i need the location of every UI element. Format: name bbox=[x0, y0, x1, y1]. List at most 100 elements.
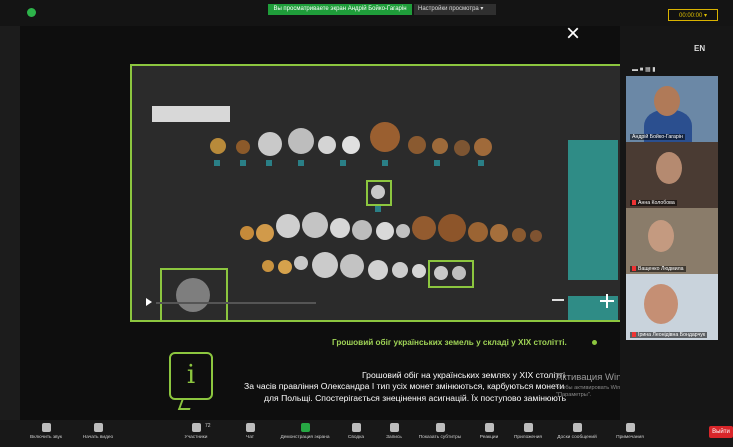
coin bbox=[288, 128, 314, 154]
coin bbox=[276, 214, 300, 238]
zoom-out-icon[interactable] bbox=[552, 299, 564, 301]
participant-face bbox=[654, 86, 680, 116]
security-shield-icon[interactable] bbox=[27, 8, 36, 17]
leave-button[interactable]: Выйти bbox=[709, 426, 733, 438]
coin bbox=[352, 220, 372, 240]
coin bbox=[340, 254, 364, 278]
participant-face bbox=[644, 284, 678, 324]
coin bbox=[396, 224, 410, 238]
summary-button[interactable]: Сводка bbox=[342, 421, 370, 440]
mic-muted-icon bbox=[632, 200, 636, 206]
coin bbox=[530, 230, 542, 242]
participant-tile[interactable]: Анна Колобова bbox=[626, 142, 718, 208]
participant-face bbox=[648, 220, 674, 252]
display-case-label bbox=[152, 106, 230, 122]
subtitle-line-2: За часів правління Олександра I тип усіх… bbox=[244, 381, 565, 391]
show-captions-button[interactable]: Показать субтитры bbox=[412, 421, 468, 440]
coin-label-tag bbox=[375, 206, 381, 212]
apps-button[interactable]: Приложения bbox=[510, 421, 546, 440]
coin bbox=[236, 140, 250, 154]
video-off-icon bbox=[93, 423, 103, 432]
chat-button[interactable]: Чат bbox=[236, 421, 264, 440]
microphone-off-icon bbox=[41, 423, 51, 432]
share-screen-button[interactable]: Демонстрация экрана bbox=[272, 421, 338, 440]
zoom-in-icon-stem[interactable] bbox=[606, 294, 608, 308]
coin bbox=[312, 252, 338, 278]
coin bbox=[392, 262, 408, 278]
close-icon[interactable]: × bbox=[566, 22, 580, 46]
reactions-button[interactable]: Реакции bbox=[474, 421, 504, 440]
coin bbox=[278, 260, 292, 274]
whiteboards-button[interactable]: Доски сообщений bbox=[552, 421, 602, 440]
whiteboard-icon bbox=[572, 423, 582, 432]
coin-label-tag bbox=[340, 160, 346, 166]
mic-muted-icon bbox=[632, 332, 636, 338]
coin-label-tag bbox=[434, 160, 440, 166]
medal-star bbox=[176, 278, 210, 312]
unmute-button[interactable]: Включить звук bbox=[24, 421, 68, 440]
notes-icon bbox=[625, 423, 635, 432]
subtitle-line-1: Грошовий обіг на українських землях у XI… bbox=[362, 370, 566, 380]
coin bbox=[302, 212, 328, 238]
coin bbox=[474, 138, 492, 156]
chat-icon bbox=[245, 423, 255, 432]
coin bbox=[412, 264, 426, 278]
coin bbox=[318, 136, 336, 154]
coin bbox=[512, 228, 526, 242]
coin bbox=[468, 222, 488, 242]
coin bbox=[240, 226, 254, 240]
meeting-timer[interactable]: 00:00:00 ▾ bbox=[668, 9, 718, 21]
coin bbox=[490, 224, 508, 242]
coin bbox=[371, 185, 385, 199]
coin bbox=[210, 138, 226, 154]
coin bbox=[454, 140, 470, 156]
info-icon: i bbox=[169, 352, 213, 400]
screen-share-banner: Вы просматриваете экран Андрій Бойко-Гаг… bbox=[268, 4, 412, 15]
coin bbox=[438, 214, 466, 242]
start-video-button[interactable]: Начать видео bbox=[76, 421, 120, 440]
participant-face bbox=[656, 152, 682, 184]
coin-label-tag bbox=[382, 160, 388, 166]
video-progress-track[interactable] bbox=[156, 302, 316, 304]
participant-tile[interactable]: Андрій Бойко-Гагарін bbox=[626, 76, 718, 142]
mic-muted-icon bbox=[632, 266, 636, 272]
participant-tile[interactable]: Ващенко Людмила bbox=[626, 208, 718, 274]
coin-label-tag bbox=[266, 160, 272, 166]
coin bbox=[294, 256, 308, 270]
coin-label-tag bbox=[214, 160, 220, 166]
coin bbox=[408, 136, 426, 154]
participants-icon bbox=[191, 423, 201, 432]
view-options-button[interactable]: Настройки просмотра ▾ bbox=[414, 4, 496, 15]
coin bbox=[258, 132, 282, 156]
participants-count: 72 bbox=[205, 423, 211, 429]
coin bbox=[256, 224, 274, 242]
video-play-icon[interactable] bbox=[146, 298, 152, 306]
notes-button[interactable]: Примечания bbox=[610, 421, 650, 440]
coin bbox=[262, 260, 274, 272]
coin-label-tag bbox=[298, 160, 304, 166]
apps-icon bbox=[523, 423, 533, 432]
subtitle-line-3: для Польщі. Спостерігається знецінення а… bbox=[264, 393, 567, 403]
share-screen-icon bbox=[300, 423, 310, 432]
record-icon bbox=[389, 423, 399, 432]
captions-icon bbox=[435, 423, 445, 432]
participant-name: Анна Колобова bbox=[630, 200, 677, 206]
language-badge[interactable]: EN bbox=[694, 44, 705, 53]
coin bbox=[434, 266, 448, 280]
coin bbox=[452, 266, 466, 280]
coin bbox=[330, 218, 350, 238]
coin bbox=[342, 136, 360, 154]
coin bbox=[432, 138, 448, 154]
reactions-icon bbox=[484, 423, 494, 432]
coin-label-tag bbox=[240, 160, 246, 166]
participant-tile[interactable]: Ірина Леонідівна Бондарчук bbox=[626, 274, 718, 340]
participant-name: Ірина Леонідівна Бондарчук bbox=[630, 332, 708, 338]
coin bbox=[376, 222, 394, 240]
coin bbox=[412, 216, 436, 240]
exhibit-info-panel bbox=[568, 140, 618, 280]
coin bbox=[370, 122, 400, 152]
view-layout-toggles[interactable]: ▬ ■ ▦ ▮ bbox=[632, 66, 656, 73]
caption-dot bbox=[592, 340, 597, 345]
participant-name: Ващенко Людмила bbox=[630, 266, 686, 272]
record-button[interactable]: Запись bbox=[380, 421, 408, 440]
